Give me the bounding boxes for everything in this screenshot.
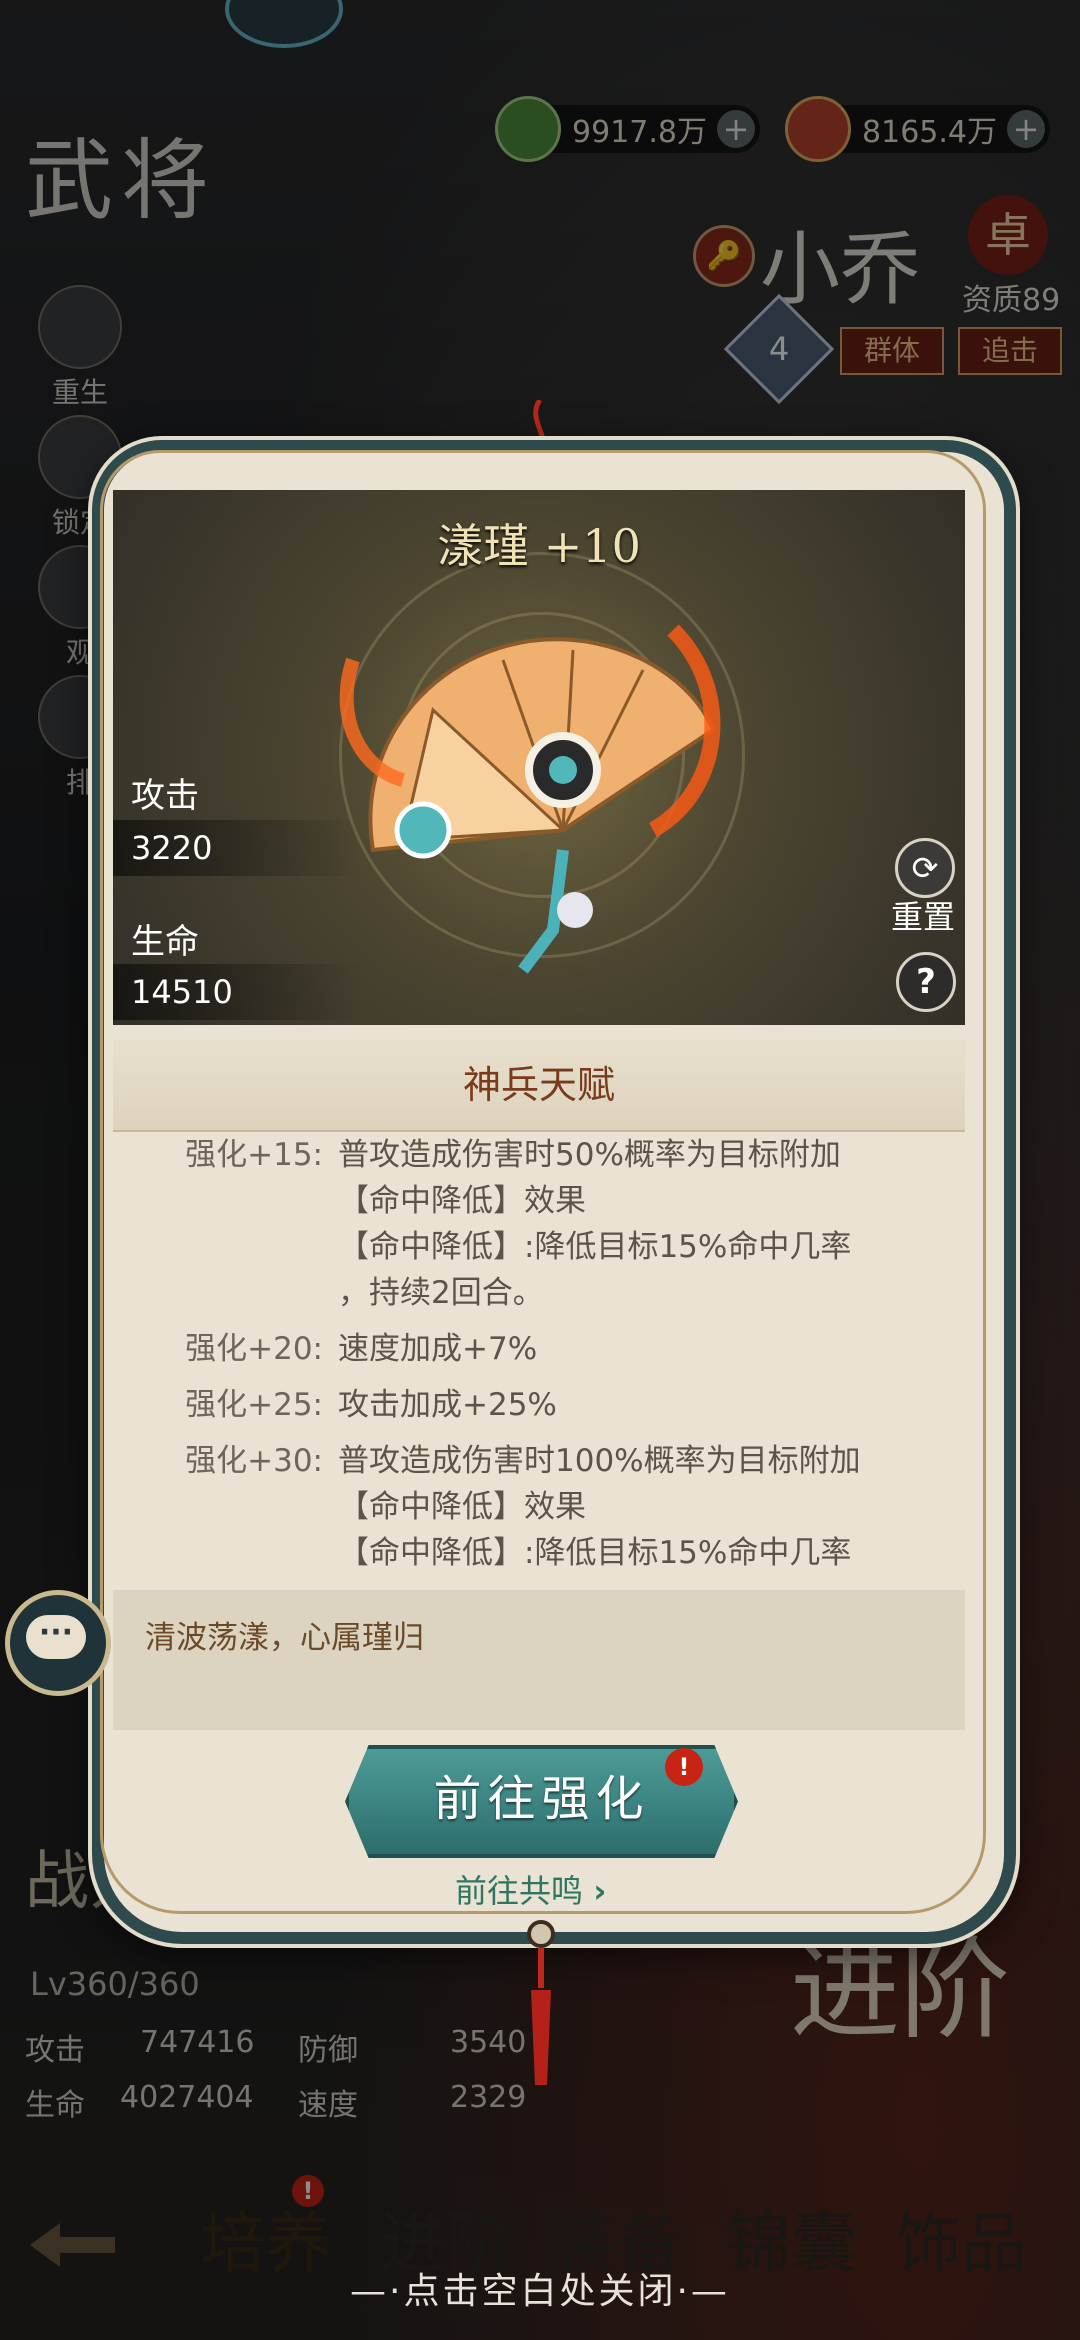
talent-list[interactable]: 强化+15: 普攻造成伤害时50%概率为目标附加 【命中降低】效果 【命中降低】…	[113, 1132, 965, 1587]
chevron-right-icon: ›	[593, 1872, 607, 1910]
stat-label-attack: 攻击	[131, 776, 199, 816]
talent-desc: 普攻造成伤害时100%概率为目标附加 【命中降低】效果 【命中降低】:降低目标1…	[338, 1443, 861, 1571]
stat-label-hp: 生命	[131, 922, 199, 962]
talent-row: 强化+20: 速度加成+7%	[113, 1326, 965, 1372]
talent-header: 神兵天赋	[113, 1040, 965, 1132]
stat-value-attack: 3220	[113, 820, 363, 876]
talent-level: 强化+20:	[185, 1331, 323, 1367]
talent-desc: 速度加成+7%	[338, 1331, 538, 1367]
tassel-icon	[527, 1920, 555, 2085]
talent-title: 神兵天赋	[462, 1063, 615, 1107]
talent-level: 强化+15:	[185, 1137, 323, 1173]
flavor-text-box: 清波荡漾，心属瑾归	[113, 1590, 965, 1730]
fan-weapon-icon	[339, 624, 721, 974]
close-hint: —·点击空白处关闭·—	[350, 2271, 730, 2312]
flavor-text: 清波荡漾，心属瑾归	[145, 1620, 424, 1656]
talent-level: 强化+25:	[185, 1387, 323, 1423]
reset-icon[interactable]: ⟳	[895, 838, 955, 898]
talent-desc: 普攻造成伤害时50%概率为目标附加 【命中降低】效果 【命中降低】:降低目标15…	[338, 1137, 852, 1311]
chat-icon: ···	[26, 1615, 86, 1659]
talent-row: 强化+15: 普攻造成伤害时50%概率为目标附加 【命中降低】效果 【命中降低】…	[113, 1132, 965, 1316]
chat-button[interactable]: ···	[5, 1590, 111, 1696]
resonate-label: 前往共鸣	[455, 1872, 584, 1910]
talent-desc: 攻击加成+25%	[338, 1387, 557, 1423]
help-button[interactable]: ?	[896, 952, 956, 1012]
talent-row: 强化+30: 普攻造成伤害时100%概率为目标附加 【命中降低】效果 【命中降低…	[113, 1438, 965, 1576]
alert-badge: !	[665, 1748, 703, 1786]
reset-label[interactable]: 重置	[891, 892, 955, 938]
stat-value-hp: 14510	[113, 964, 363, 1020]
weapon-name: 漾瑾 +10	[437, 519, 641, 573]
weapon-artwork: 漾瑾 +10 攻击 3220 生命 14510 ⟳ 重置 ?	[113, 490, 965, 1025]
talent-row: 强化+25: 攻击加成+25%	[113, 1382, 965, 1428]
talent-level: 强化+30:	[185, 1443, 323, 1479]
go-resonate-link[interactable]: 前往共鸣 ›	[455, 1866, 606, 1912]
